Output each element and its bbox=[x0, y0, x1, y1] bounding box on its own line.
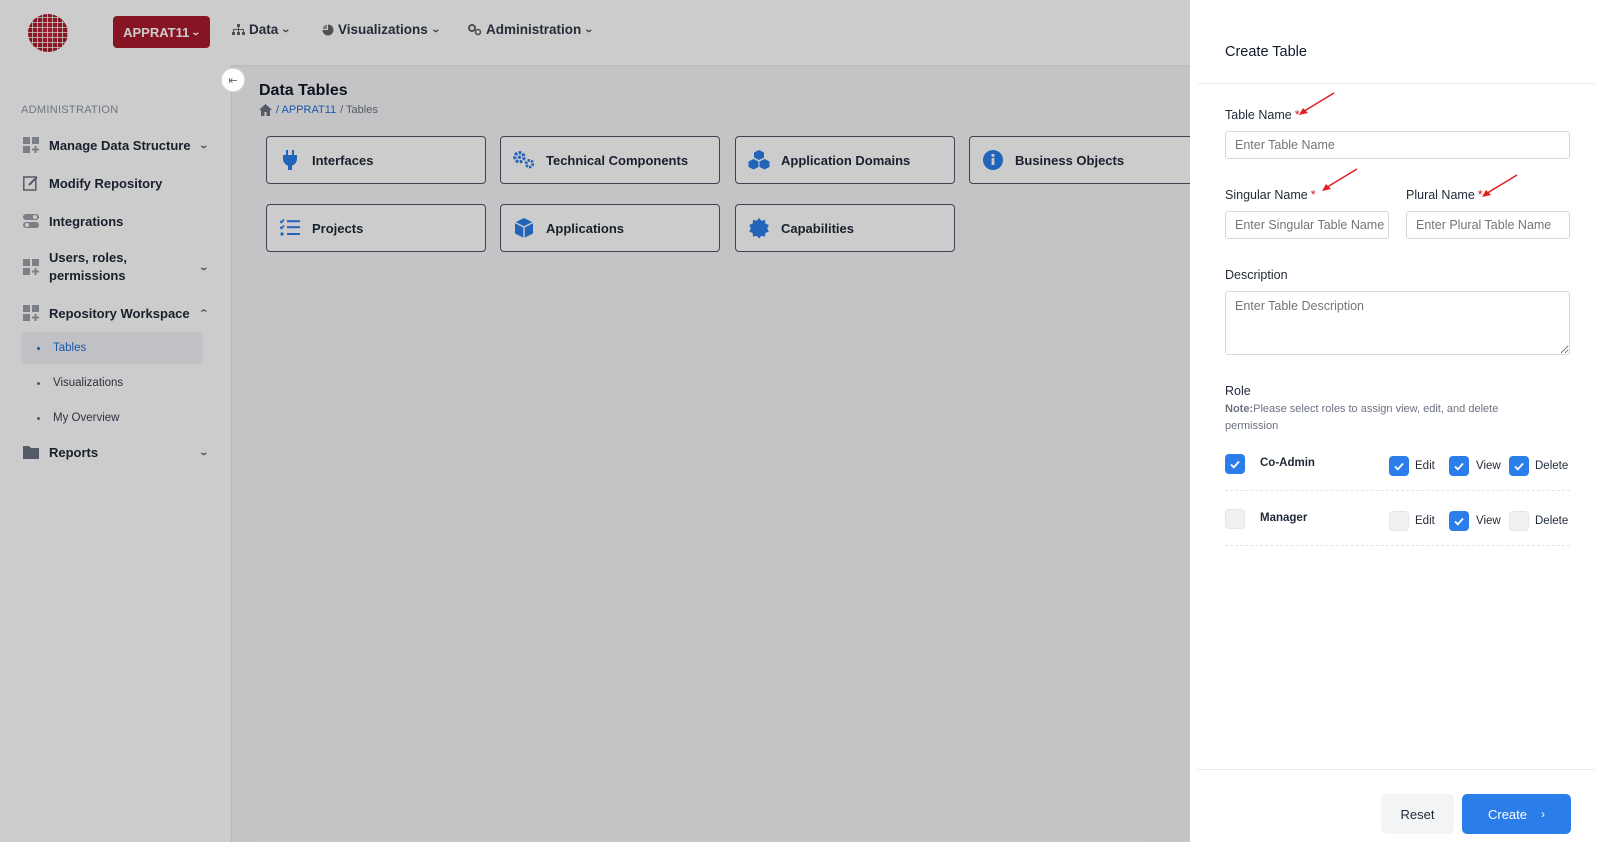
check-icon bbox=[1454, 517, 1464, 526]
row-divider bbox=[1225, 490, 1570, 491]
divider bbox=[1198, 83, 1595, 84]
role-note-prefix: Note: bbox=[1225, 403, 1254, 415]
check-icon bbox=[1230, 460, 1240, 469]
plural-name-label-text: Plural Name bbox=[1406, 188, 1475, 202]
drawer-title: Create Table bbox=[1225, 44, 1307, 60]
role-note: Note:Please select roles to assign view,… bbox=[1225, 401, 1545, 435]
manager-delete-checkbox[interactable] bbox=[1509, 511, 1529, 531]
create-button-label: Create bbox=[1487, 806, 1528, 822]
create-button[interactable]: Create › bbox=[1462, 794, 1571, 834]
description-label: Description bbox=[1225, 268, 1288, 282]
plural-name-label: Plural Name * bbox=[1406, 188, 1483, 202]
permission-label: Delete bbox=[1535, 515, 1569, 527]
singular-name-label-text: Singular Name bbox=[1225, 188, 1308, 202]
permission-label: Edit bbox=[1415, 515, 1435, 527]
reset-button[interactable]: Reset bbox=[1381, 794, 1454, 834]
modal-backdrop[interactable] bbox=[0, 0, 1190, 842]
check-icon bbox=[1514, 462, 1524, 471]
role-coadmin-checkbox[interactable] bbox=[1225, 454, 1245, 474]
row-divider bbox=[1225, 545, 1570, 546]
chevron-right-icon: › bbox=[1541, 807, 1546, 821]
singular-name-input[interactable] bbox=[1225, 211, 1389, 239]
role-note-text: Please select roles to assign view, edit… bbox=[1225, 403, 1499, 432]
coadmin-view-checkbox[interactable] bbox=[1449, 456, 1469, 476]
permission-label: Delete bbox=[1535, 460, 1569, 472]
role-manager-checkbox[interactable] bbox=[1225, 509, 1245, 529]
table-name-label-text: Table Name bbox=[1225, 108, 1292, 122]
manager-view-checkbox[interactable] bbox=[1449, 511, 1469, 531]
permission-label: View bbox=[1476, 515, 1501, 527]
check-icon bbox=[1454, 462, 1464, 471]
role-label: Role bbox=[1225, 384, 1251, 398]
table-name-input[interactable] bbox=[1225, 131, 1570, 159]
reset-button-label: Reset bbox=[1400, 806, 1435, 822]
permission-label: Edit bbox=[1415, 460, 1435, 472]
collapse-sidebar-button[interactable]: ⇤ bbox=[221, 68, 245, 92]
role-name: Manager bbox=[1260, 512, 1308, 524]
role-name: Co-Admin bbox=[1260, 457, 1315, 469]
manager-edit-checkbox[interactable] bbox=[1389, 511, 1409, 531]
coadmin-edit-checkbox[interactable] bbox=[1389, 456, 1409, 476]
arrow-left-icon: ⇤ bbox=[228, 74, 238, 87]
singular-name-label: Singular Name * bbox=[1225, 188, 1316, 202]
required-asterisk: * bbox=[1310, 188, 1316, 202]
description-textarea[interactable] bbox=[1225, 291, 1570, 355]
annotation-arrow-icon bbox=[1482, 174, 1518, 197]
divider bbox=[1198, 769, 1595, 770]
annotation-arrow-icon bbox=[1299, 92, 1335, 115]
permission-label: View bbox=[1476, 460, 1501, 472]
check-icon bbox=[1394, 462, 1404, 471]
annotation-arrow-icon bbox=[1322, 168, 1358, 191]
table-name-label: Table Name * bbox=[1225, 108, 1300, 122]
plural-name-input[interactable] bbox=[1406, 211, 1570, 239]
coadmin-delete-checkbox[interactable] bbox=[1509, 456, 1529, 476]
